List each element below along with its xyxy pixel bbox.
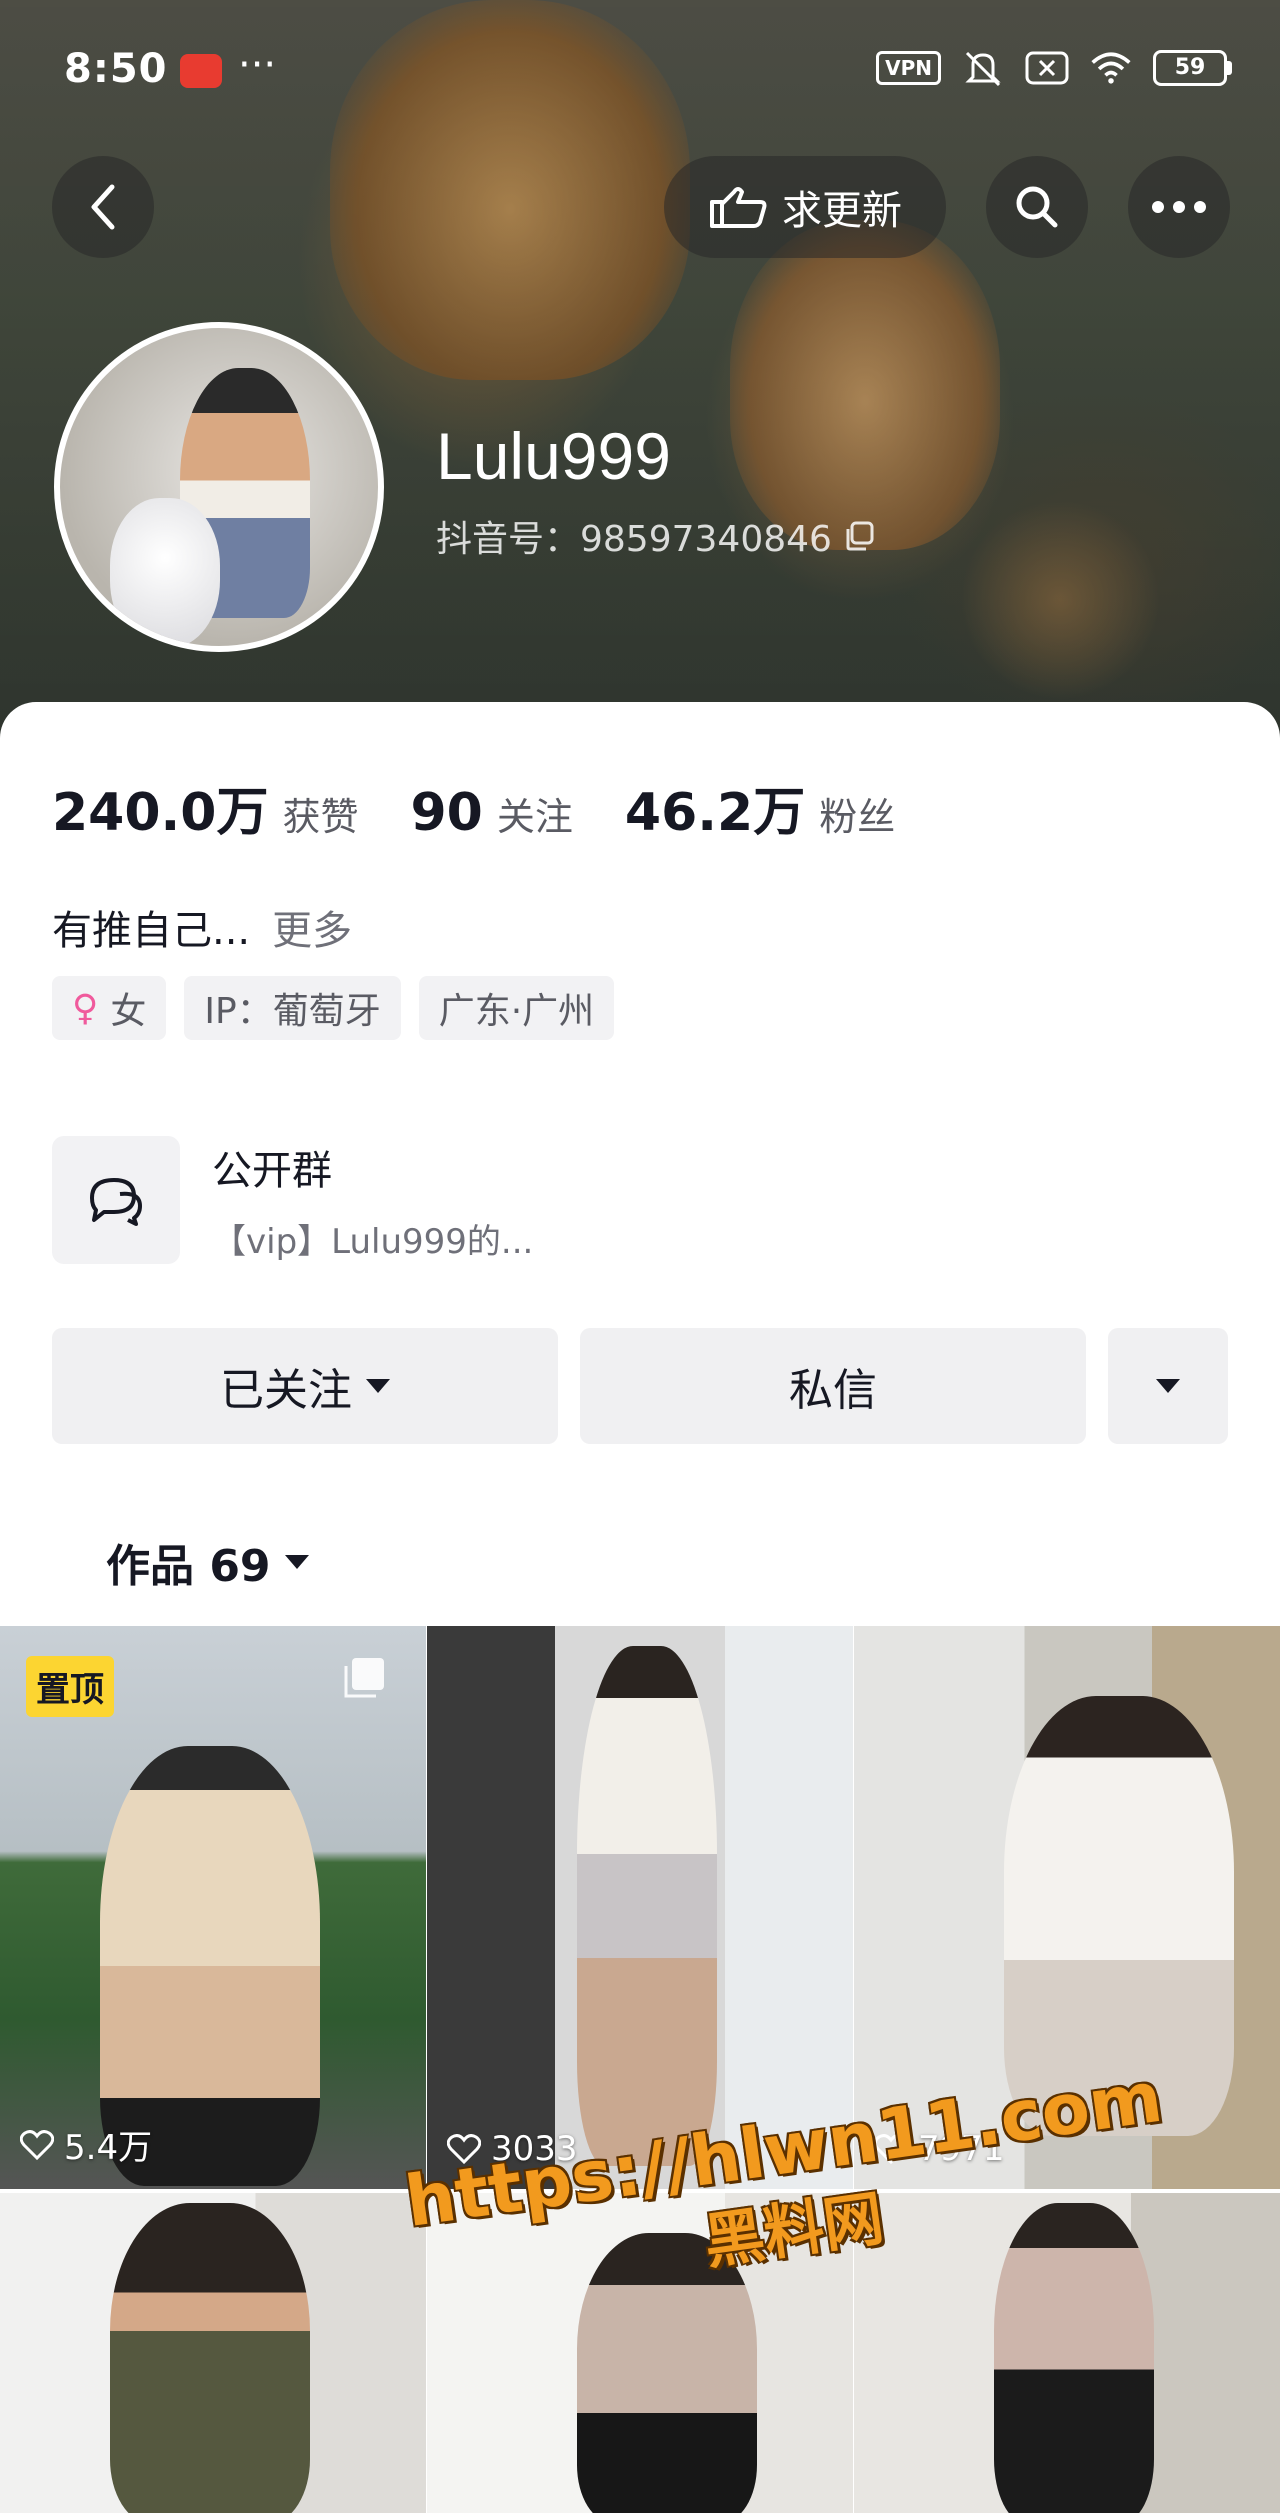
bio-text: 有推自己... (52, 908, 251, 954)
heart-icon (20, 2129, 54, 2160)
region-tag-label: 广东·广州 (438, 991, 595, 1032)
status-time: 8:50 (64, 46, 168, 92)
likes-count[interactable]: 240.0万 (52, 770, 268, 845)
ip-location-label: IP：葡萄牙 (204, 991, 381, 1032)
mute-icon (961, 48, 1005, 88)
battery-icon: 59 (1153, 50, 1232, 86)
profile-tags: ♀ 女 IP：葡萄牙 广东·广州 (52, 976, 615, 1040)
message-button-label: 私信 (789, 1365, 877, 1416)
gender-tag: ♀ 女 (52, 976, 167, 1040)
following-label: 关注 (496, 795, 573, 839)
video-tile[interactable] (0, 2193, 426, 2513)
status-bar: 8:50 ··· VPN 59 (0, 40, 1280, 100)
notification-app-icon (180, 54, 222, 88)
group-text: 公开群 【vip】Lulu999的... (212, 1138, 533, 1263)
avatar[interactable] (54, 322, 384, 652)
wifi-icon (1089, 48, 1133, 88)
request-update-label: 求更新 (782, 188, 902, 234)
profile-stats: 240.0万 获赞 90 关注 46.2万 粉丝 (52, 770, 947, 845)
status-more-dots: ··· (238, 42, 277, 88)
profile-banner: 8:50 ··· VPN 59 求更新 Lulu999 抖音号：98597340… (0, 0, 1280, 740)
battery-level: 59 (1153, 50, 1227, 86)
following-button-label: 已关注 (220, 1365, 352, 1416)
group-subtitle: 【vip】Lulu999的... (212, 1221, 534, 1262)
no-sim-icon (1025, 48, 1069, 88)
region-tag: 广东·广州 (418, 976, 615, 1040)
bio-more-link[interactable]: 更多 (272, 908, 352, 954)
chevron-left-icon (91, 184, 115, 230)
video-thumbnail-figure (577, 1646, 717, 2166)
battery-tip (1227, 61, 1232, 75)
search-button[interactable] (986, 156, 1088, 258)
search-icon (1016, 186, 1058, 228)
profile-actions: 已关注 私信 (52, 1328, 1228, 1444)
caret-down-icon (284, 1555, 309, 1569)
following-count[interactable]: 90 (411, 783, 483, 843)
more-dots-icon (1152, 201, 1206, 213)
avatar-photo-child (110, 498, 220, 646)
gender-tag-label: 女 (110, 991, 147, 1032)
copy-icon[interactable] (844, 521, 874, 551)
request-update-button[interactable]: 求更新 (664, 156, 946, 258)
video-tile[interactable]: 置顶 5.4万 (0, 1626, 426, 2189)
followers-label: 粉丝 (819, 795, 896, 839)
ip-location-tag: IP：葡萄牙 (184, 976, 401, 1040)
pinned-badge: 置顶 (26, 1656, 114, 1717)
following-button[interactable]: 已关注 (52, 1328, 558, 1444)
douyin-id[interactable]: 抖音号：98597340846 (436, 510, 874, 562)
female-icon: ♀ (72, 987, 99, 1029)
douyin-id-text: 抖音号：98597340846 (436, 519, 832, 560)
pointing-hand-icon (710, 187, 767, 228)
video-tile[interactable]: 3033 (427, 1626, 853, 2189)
message-button[interactable]: 私信 (580, 1328, 1086, 1444)
video-thumbnail-figure (110, 2203, 310, 2513)
tab-works-label: 作品 69 (106, 1541, 271, 1592)
vpn-icon: VPN (876, 51, 941, 85)
more-options-button[interactable] (1128, 156, 1230, 258)
group-chat-icon (52, 1136, 180, 1264)
username: Lulu999 (436, 419, 671, 493)
video-thumbnail-figure (994, 2203, 1154, 2513)
followers-count[interactable]: 46.2万 (625, 770, 805, 845)
recommend-dropdown-button[interactable] (1108, 1328, 1228, 1444)
status-icons: VPN 59 (876, 48, 1232, 88)
caret-down-icon (1156, 1379, 1180, 1393)
bio: 有推自己... 更多 (52, 898, 352, 956)
tab-works[interactable]: 作品 69 (106, 1530, 309, 1594)
multi-image-icon (344, 1658, 384, 1698)
group-title: 公开群 (212, 1147, 332, 1194)
public-group-entry[interactable]: 公开群 【vip】Lulu999的... (52, 1136, 533, 1264)
likes-label: 获赞 (282, 795, 359, 839)
video-likes-count: 5.4万 (64, 2128, 153, 2168)
back-button[interactable] (52, 156, 154, 258)
video-likes: 5.4万 (20, 2120, 152, 2169)
caret-down-icon (366, 1379, 390, 1393)
